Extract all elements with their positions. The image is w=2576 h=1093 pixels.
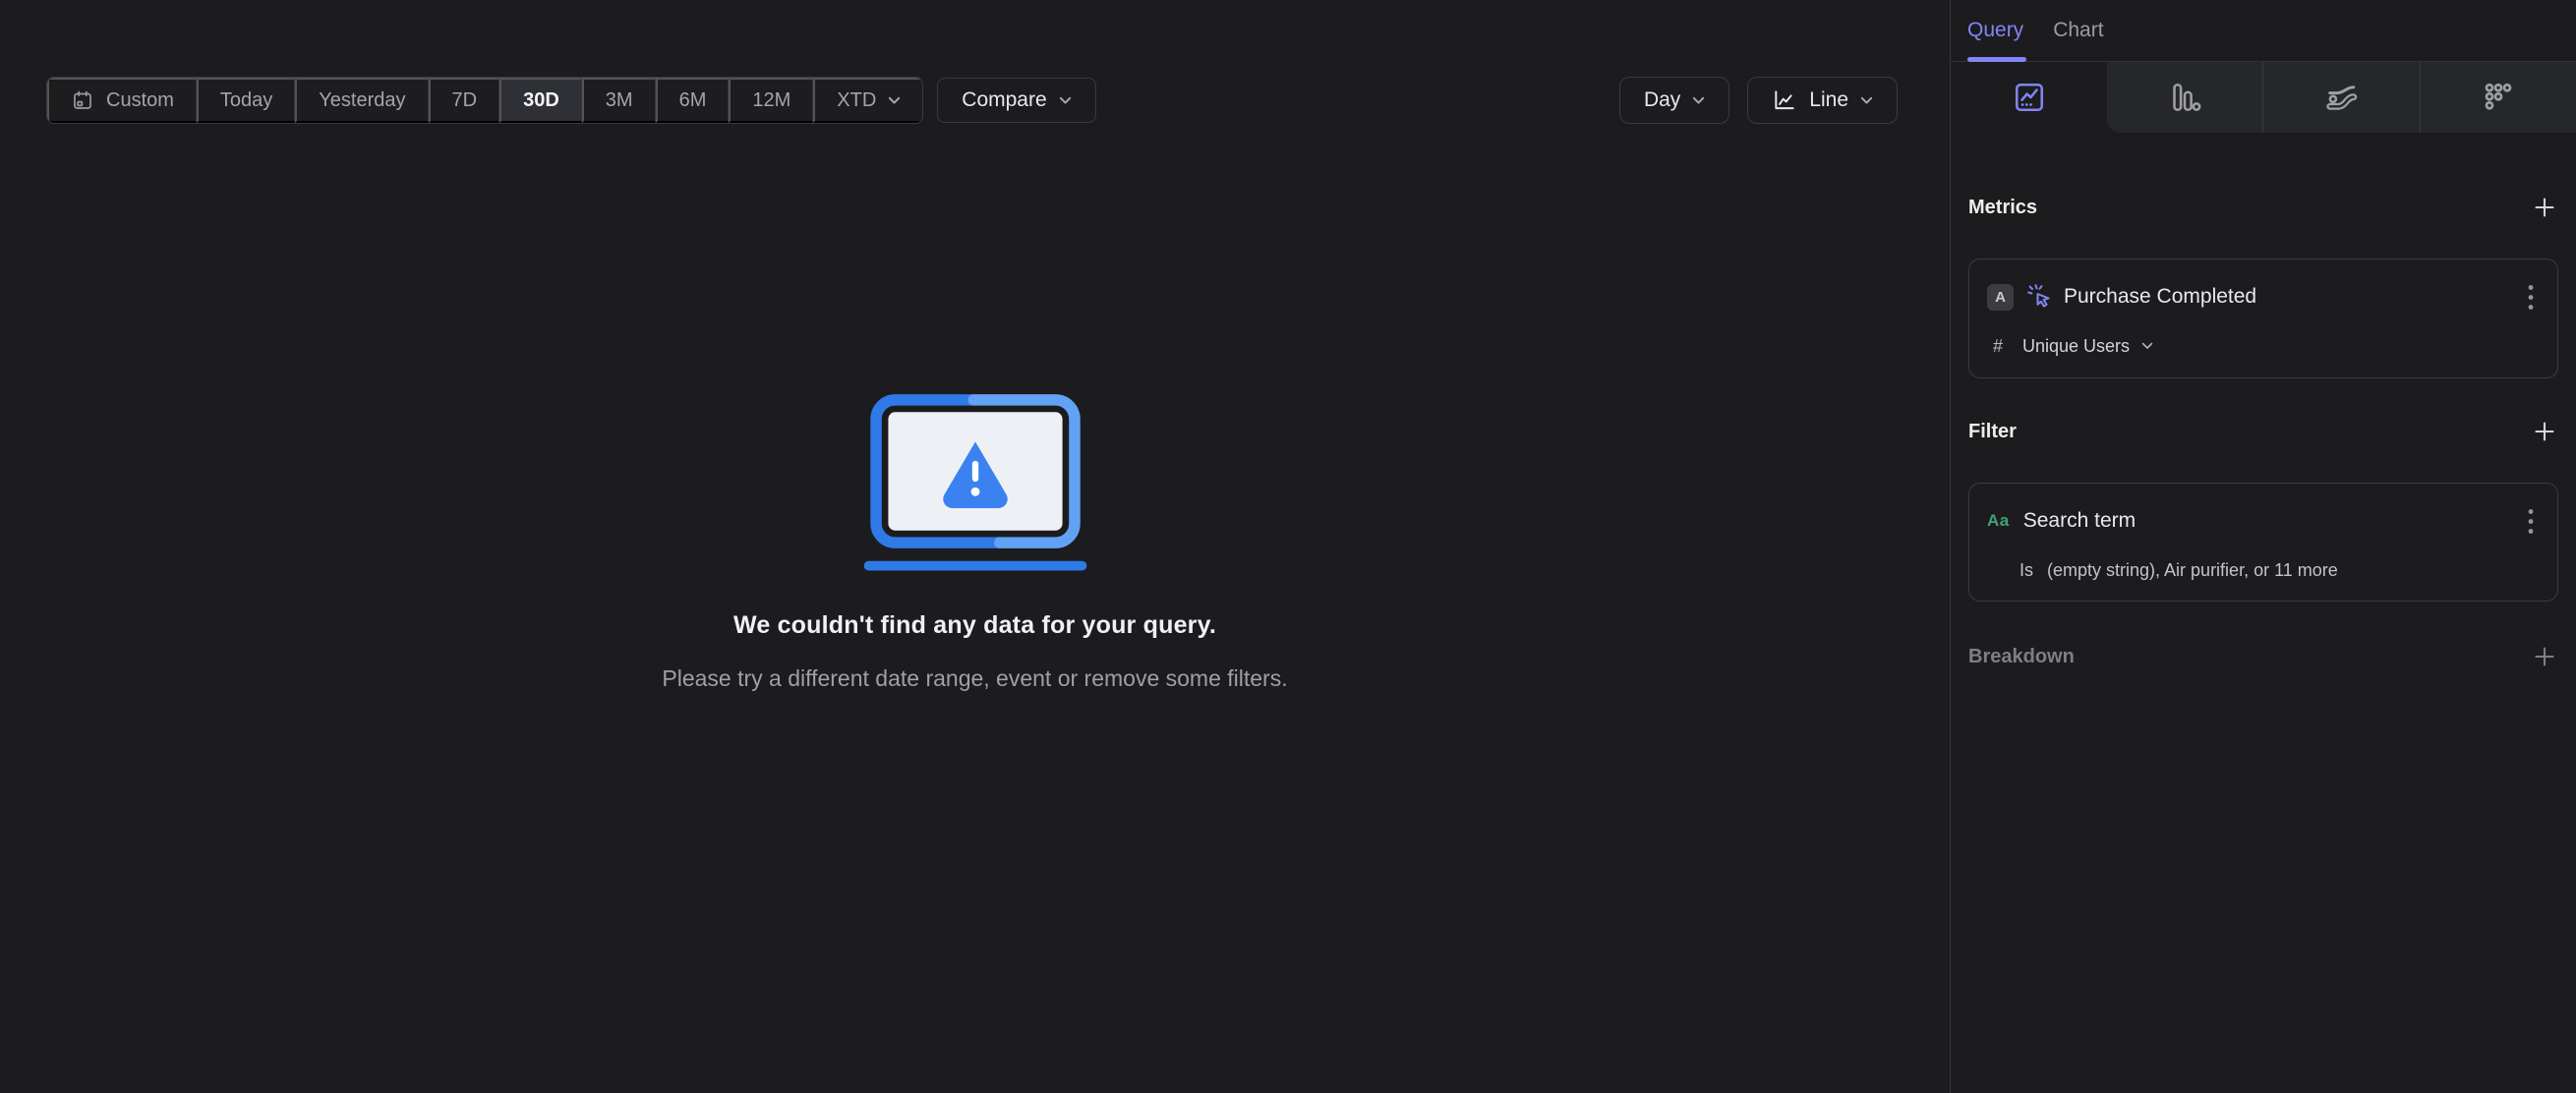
line-chart-icon	[1775, 90, 1794, 110]
insights-icon	[2015, 83, 2043, 112]
text-property-icon: Aa	[1987, 511, 2010, 530]
filter-operator: Is	[2020, 560, 2034, 580]
date-range-12m-button[interactable]: 12M	[729, 78, 814, 123]
filter-options-button[interactable]	[2522, 506, 2540, 537]
empty-state: We couldn't find any data for your query…	[0, 389, 1950, 692]
tab-query[interactable]: Query	[1967, 0, 2026, 62]
breakdown-heading: Breakdown	[1968, 645, 2075, 667]
granularity-dropdown[interactable]: Day	[1618, 77, 1730, 124]
date-range-label: Custom	[106, 88, 174, 111]
tab-retention[interactable]	[2419, 62, 2576, 133]
active-tab-underline	[1967, 57, 2026, 62]
filter-section-header: Filter	[1968, 418, 2558, 445]
kebab-icon	[2528, 284, 2534, 310]
query-builder-sidebar: Query Chart Metrics A Purchase Completed…	[1950, 0, 2576, 1093]
plus-icon	[2535, 647, 2554, 666]
date-range-yesterday-button[interactable]: Yesterday	[295, 78, 429, 123]
report-type-tabs	[1951, 62, 2576, 133]
metric-aggregation-selector[interactable]: # Unique Users	[1987, 334, 2540, 358]
app-window: Custom Today Yesterday 7D 30D 3M 6M 12M …	[0, 0, 2576, 1093]
chevron-down-icon	[1693, 96, 1705, 104]
date-range-7d-button[interactable]: 7D	[428, 78, 500, 123]
date-range-30d-button[interactable]: 30D	[499, 78, 582, 123]
chart-display-controls: Day Line	[1618, 77, 1898, 124]
date-range-6m-button[interactable]: 6M	[655, 78, 730, 123]
plus-icon	[2535, 422, 2554, 441]
filter-condition-selector[interactable]: Is (empty string), Air purifier, or 11 m…	[1987, 560, 2540, 581]
date-range-group: Custom Today Yesterday 7D 30D 3M 6M 12M …	[46, 77, 924, 124]
metric-event-name: Purchase Completed	[2064, 285, 2257, 308]
filter-values: (empty string), Air purifier, or 11 more	[2047, 560, 2338, 580]
chevron-down-icon	[1059, 96, 1071, 104]
tab-funnels[interactable]	[2107, 62, 2262, 133]
add-breakdown-button[interactable]	[2531, 643, 2558, 670]
query-sections: Metrics A Purchase Completed # Unique Us…	[1951, 133, 2576, 670]
add-metric-button[interactable]	[2531, 194, 2558, 221]
tab-chart[interactable]: Chart	[2053, 0, 2103, 61]
date-range-3m-button[interactable]: 3M	[581, 78, 656, 123]
aggregation-label: Unique Users	[2022, 335, 2131, 356]
date-range-xtd-button[interactable]: XTD	[813, 78, 923, 123]
calendar-icon	[74, 90, 91, 109]
filter-property-row[interactable]: Aa Search term	[1987, 503, 2540, 539]
chart-canvas-area: Custom Today Yesterday 7D 30D 3M 6M 12M …	[0, 0, 1950, 1093]
filter-heading: Filter	[1968, 420, 2017, 442]
aggregation-symbol: #	[1993, 335, 2004, 356]
empty-state-subtitle: Please try a different date range, event…	[662, 665, 1288, 691]
chevron-down-icon	[889, 96, 901, 104]
filter-card[interactable]: Aa Search term Is (empty string), Air pu…	[1968, 483, 2558, 602]
metric-event-row[interactable]: A Purchase Completed	[1987, 279, 2540, 315]
chart-toolbar: Custom Today Yesterday 7D 30D 3M 6M 12M …	[46, 77, 1898, 124]
filter-property-name: Search term	[2022, 509, 2137, 532]
plus-icon	[2535, 198, 2554, 217]
flows-icon	[2326, 86, 2358, 110]
retention-icon	[2485, 83, 2512, 110]
chevron-down-icon	[2141, 342, 2153, 350]
metric-letter-badge: A	[1987, 283, 2014, 311]
cursor-click-icon	[2025, 282, 2055, 312]
laptop-warning-illustration	[863, 394, 1086, 571]
chart-type-dropdown[interactable]: Line	[1747, 77, 1898, 124]
tab-insights[interactable]	[1951, 62, 2107, 133]
breakdown-section-header: Breakdown	[1968, 643, 2558, 670]
sidebar-tabs: Query Chart	[1951, 0, 2576, 62]
metric-options-button[interactable]	[2522, 282, 2540, 313]
add-filter-button[interactable]	[2531, 418, 2558, 445]
funnels-icon	[2173, 83, 2201, 112]
empty-state-title: We couldn't find any data for your query…	[732, 611, 1217, 639]
chevron-down-icon	[1860, 96, 1873, 104]
metrics-section-header: Metrics	[1968, 194, 2558, 221]
date-range-custom-button[interactable]: Custom	[47, 78, 197, 123]
metric-card[interactable]: A Purchase Completed # Unique Users	[1968, 259, 2558, 378]
compare-button[interactable]: Compare	[937, 78, 1096, 123]
kebab-icon	[2528, 508, 2534, 534]
date-range-today-button[interactable]: Today	[196, 78, 296, 123]
report-type-tabs-inactive	[2107, 62, 2576, 133]
metrics-heading: Metrics	[1968, 196, 2038, 218]
tab-flows[interactable]	[2262, 62, 2419, 133]
